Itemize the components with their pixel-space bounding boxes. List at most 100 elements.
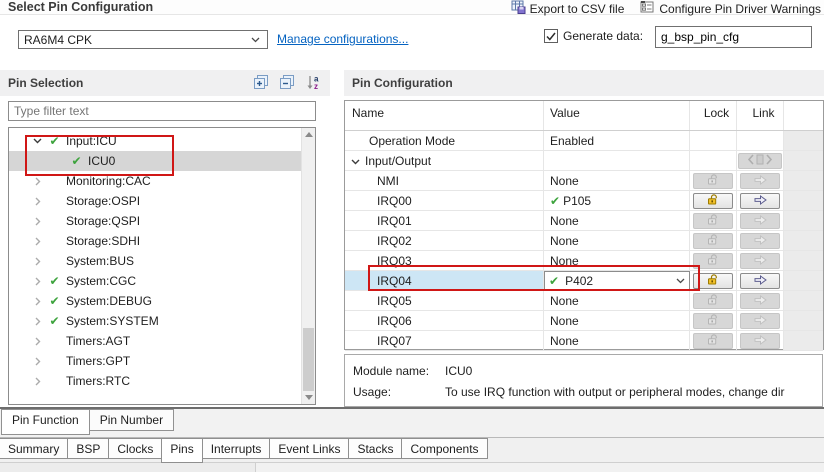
config-row-irq00[interactable]: IRQ00✔P105: [345, 191, 823, 211]
config-row-operation-mode[interactable]: Operation ModeEnabled: [345, 131, 823, 151]
tree-item-monitoring-cac[interactable]: Monitoring:CAC: [9, 171, 301, 191]
config-row-nmi[interactable]: NMINone: [345, 171, 823, 191]
config-row-irq07[interactable]: IRQ07None: [345, 331, 823, 351]
toolbar-expand-all-icon[interactable]: [252, 74, 270, 92]
tree-item-timers-gpt[interactable]: Timers:GPT: [9, 351, 301, 371]
arrow-right-icon: [754, 174, 767, 188]
chevron-right-icon[interactable]: [29, 277, 46, 286]
sort-az-icon: az: [306, 74, 321, 93]
pin-selection-title: Pin Selection: [8, 76, 83, 90]
chevron-right-icon[interactable]: [29, 237, 46, 246]
chevron-right-icon[interactable]: [29, 197, 46, 206]
config-link-cell: [737, 331, 784, 350]
editor-tab-clocks[interactable]: Clocks: [108, 438, 162, 459]
config-value-label: None: [550, 294, 579, 308]
chevron-down-icon[interactable]: [29, 138, 46, 144]
chevron-down-icon[interactable]: [351, 154, 360, 168]
row-filler-cell: [784, 211, 823, 230]
chevron-right-icon[interactable]: [29, 337, 46, 346]
tree-item-system-debug[interactable]: ✔System:DEBUG: [9, 291, 301, 311]
config-row-irq01[interactable]: IRQ01None: [345, 211, 823, 231]
chevron-right-icon[interactable]: [29, 317, 46, 326]
manage-configurations-link[interactable]: Manage configurations...: [277, 32, 408, 46]
arrow-right-icon: [754, 234, 767, 248]
tree-item-system-cgc[interactable]: ✔System:CGC: [9, 271, 301, 291]
config-link-cell: [737, 211, 784, 230]
toolbar-collapse-all-icon[interactable]: [278, 74, 296, 92]
editor-tab-components[interactable]: Components: [401, 438, 487, 459]
header-actions: Export to CSV file Configure Pin Driver W…: [511, 0, 821, 17]
tree-item-storage-qspi[interactable]: Storage:QSPI: [9, 211, 301, 231]
tree-item-label: Timers:AGT: [66, 334, 130, 348]
tree-scrollbar[interactable]: [301, 128, 315, 404]
action-configure-pin-driver-warnings[interactable]: Configure Pin Driver Warnings: [640, 0, 821, 17]
tab-pin-number[interactable]: Pin Number: [89, 409, 174, 431]
configuration-select[interactable]: RA6M4 CPK: [18, 30, 268, 49]
config-value-label: None: [550, 234, 579, 248]
tree-item-icu0[interactable]: ✔ICU0: [9, 151, 301, 171]
config-name-cell: NMI: [345, 171, 544, 190]
tree-item-label: System:CGC: [66, 274, 136, 288]
config-row-irq05[interactable]: IRQ05None: [345, 291, 823, 311]
chevron-right-icon[interactable]: [29, 357, 46, 366]
tab-label: Pin Function: [12, 413, 79, 427]
chevron-down-icon[interactable]: [676, 278, 685, 284]
tab-label: Stacks: [357, 442, 393, 456]
config-row-irq06[interactable]: IRQ06None: [345, 311, 823, 331]
config-lock-cell: [690, 171, 737, 190]
config-value-label: None: [550, 314, 579, 328]
tree-item-label: Input:ICU: [66, 134, 117, 148]
config-row-irq04[interactable]: IRQ04✔P402: [345, 271, 823, 291]
lock-button[interactable]: [693, 273, 733, 289]
tab-pin-function[interactable]: Pin Function: [1, 409, 90, 435]
link-button[interactable]: [740, 273, 780, 289]
lock-button: [693, 213, 733, 229]
tree-item-label: Timers:RTC: [66, 374, 130, 388]
row-filler-cell: [784, 151, 823, 170]
tree-item-storage-sdhi[interactable]: Storage:SDHI: [9, 231, 301, 251]
tree-item-system-system[interactable]: ✔System:SYSTEM: [9, 311, 301, 331]
tree-item-timers-rtc[interactable]: Timers:RTC: [9, 371, 301, 391]
scroll-down-icon[interactable]: [302, 391, 315, 404]
scrollbar-thumb[interactable]: [303, 328, 314, 391]
pin-selection-toolbar: az: [252, 74, 322, 92]
value-dropdown[interactable]: ✔P402: [544, 271, 690, 290]
config-link-cell: [737, 151, 784, 170]
action-label: Configure Pin Driver Warnings: [659, 2, 821, 16]
tree-item-storage-ospi[interactable]: Storage:OSPI: [9, 191, 301, 211]
tree-item-input-icu[interactable]: ✔Input:ICU: [9, 131, 301, 151]
editor-tab-event-links[interactable]: Event Links: [269, 438, 349, 459]
filter-input[interactable]: [8, 101, 316, 121]
editor-tab-bsp[interactable]: BSP: [67, 438, 109, 459]
lock-button[interactable]: [693, 193, 733, 209]
link-button: [740, 173, 780, 189]
config-row-input-output[interactable]: Input/Output: [345, 151, 823, 171]
chevron-right-icon[interactable]: [29, 297, 46, 306]
tree-item-timers-agt[interactable]: Timers:AGT: [9, 331, 301, 351]
editor-tab-pins[interactable]: Pins: [161, 438, 202, 463]
chevron-right-icon[interactable]: [29, 377, 46, 386]
editor-tab-interrupts[interactable]: Interrupts: [202, 438, 271, 459]
pin-view-tabs: Pin Function Pin Number: [0, 409, 824, 437]
toolbar-sort-az-icon[interactable]: az: [304, 74, 322, 92]
tab-label: Pin Number: [100, 413, 163, 427]
editor-tab-stacks[interactable]: Stacks: [348, 438, 402, 459]
action-export-to-csv-file[interactable]: Export to CSV file: [511, 0, 625, 17]
tree-item-system-bus[interactable]: System:BUS: [9, 251, 301, 271]
generate-data-input[interactable]: [655, 26, 812, 48]
config-row-irq03[interactable]: IRQ03None: [345, 251, 823, 271]
scroll-up-icon[interactable]: [302, 128, 315, 141]
chevron-right-icon[interactable]: [29, 257, 46, 266]
config-lock-cell: [690, 151, 737, 170]
lock-button: [693, 293, 733, 309]
chevron-right-icon[interactable]: [29, 217, 46, 226]
config-lock-cell: [690, 291, 737, 310]
link-button[interactable]: [740, 193, 780, 209]
chevron-right-icon[interactable]: [29, 177, 46, 186]
editor-tab-summary[interactable]: Summary: [0, 438, 68, 459]
config-row-irq02[interactable]: IRQ02None: [345, 231, 823, 251]
row-filler-cell: [784, 171, 823, 190]
generate-data-checkbox[interactable]: [544, 29, 558, 43]
usage-value: To use IRQ function with output or perip…: [445, 382, 822, 403]
lock-button: [693, 173, 733, 189]
